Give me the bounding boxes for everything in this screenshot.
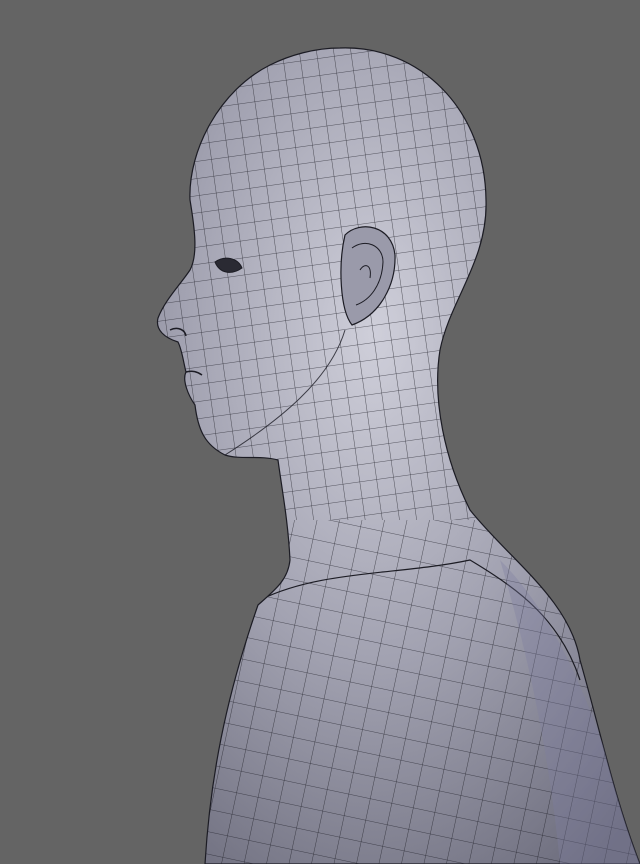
head-mesh-model[interactable] [0,0,640,864]
3d-viewport[interactable] [0,0,640,864]
head-wireframe [157,47,640,520]
